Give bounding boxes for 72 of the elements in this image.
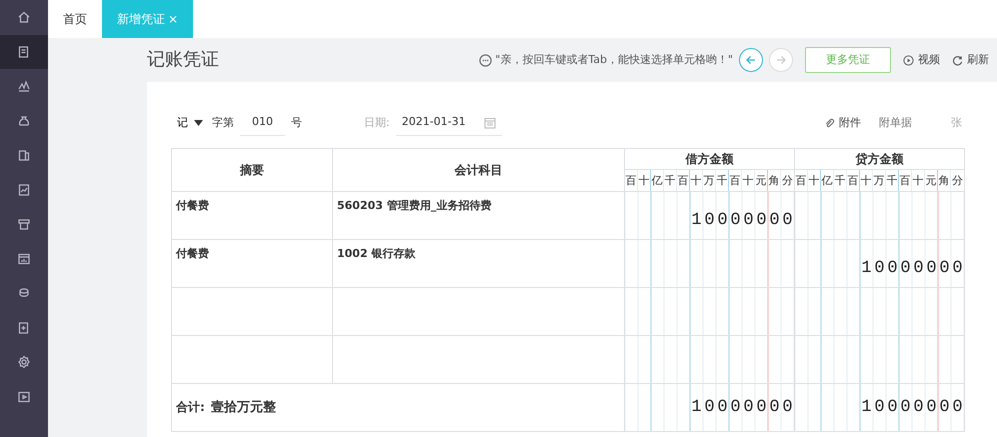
date-field[interactable]: 2021-01-31: [396, 110, 502, 136]
credit-total: 10000000: [861, 398, 966, 417]
unit-label: 十: [860, 170, 873, 191]
unit-label: 万: [703, 170, 716, 191]
debit-amount: 10000000: [691, 210, 796, 230]
unit-label: 张: [951, 114, 962, 131]
summary-text: 付餐费: [176, 199, 209, 212]
debit-total: 10000000: [691, 398, 796, 417]
settings-icon: [17, 355, 31, 370]
money-bag-icon: [17, 114, 31, 128]
account-text: 1002 银行存款: [337, 247, 416, 260]
calendar-icon: [484, 116, 496, 128]
caret-icon: [194, 120, 203, 126]
home-icon: [17, 10, 31, 24]
unit-label: 十: [912, 170, 925, 191]
video-icon: [17, 390, 31, 404]
report-icon: [17, 182, 31, 197]
voucher-type-select[interactable]: 记: [171, 110, 209, 136]
unit-label: 十: [638, 170, 651, 191]
credit-amount: 10000000: [861, 258, 966, 278]
prefix-label: 字第: [212, 114, 234, 131]
column-header: 贷方金额: [794, 148, 964, 170]
unit-label: 千: [886, 170, 899, 191]
unit-label: 十: [690, 170, 703, 191]
column-header: 借方金额: [624, 148, 794, 170]
chart-icon: [17, 79, 31, 94]
paperclip-icon: [824, 118, 835, 128]
unit-label: 千: [834, 170, 847, 191]
documents-icon: [17, 148, 31, 162]
column-header: 摘要: [172, 148, 332, 192]
add-document-icon: [17, 320, 31, 335]
unit-label: 百: [625, 170, 638, 191]
unit-label: 百: [847, 170, 860, 191]
dashboard-icon: [17, 252, 31, 266]
attachment-link[interactable]: 附件: [824, 114, 861, 132]
unit-label: 元: [755, 170, 768, 191]
unit-label: 百: [729, 170, 742, 191]
refresh-link[interactable]: 刷新: [952, 52, 989, 68]
hint-text: "亲，按回车键或者Tab，能快速选择单元格哟！": [495, 52, 733, 68]
unit-label: 千: [664, 170, 677, 191]
printer-icon: [17, 217, 31, 232]
unit-label: 元: [925, 170, 938, 191]
column-header: 会计科目: [332, 148, 624, 192]
unit-label: 百: [899, 170, 912, 191]
unit-label: 分: [951, 173, 964, 189]
total-label: 合计:: [176, 400, 205, 414]
amount-in-words: 壹拾万元整: [210, 400, 276, 415]
play-icon: [903, 54, 914, 66]
unit-label: 分: [781, 173, 794, 189]
unit-label: 千: [716, 170, 729, 191]
account-text: 560203 管理费用_业务招待费: [337, 199, 492, 212]
unit-label: 亿: [821, 170, 834, 191]
chat-icon: [479, 54, 492, 66]
unit-label: 百: [795, 170, 808, 191]
number-field[interactable]: 010: [240, 110, 285, 136]
unit-label: 角: [938, 170, 951, 191]
unit-label: 亿: [651, 170, 664, 191]
video-link[interactable]: 视频: [903, 52, 940, 68]
arrow-right-icon: [775, 54, 787, 66]
unit-label: 十: [742, 170, 755, 191]
unit-label: 百: [677, 170, 690, 191]
refresh-icon: [952, 54, 963, 66]
unit-label: 角: [768, 170, 781, 191]
summary-text: 付餐费: [176, 247, 209, 260]
document-icon: [17, 44, 31, 59]
sidebar-item[interactable]: [0, 34, 48, 69]
suffix-label: 号: [291, 114, 302, 131]
arrow-left-icon: [745, 54, 757, 66]
page-title: 记账凭证: [147, 49, 219, 71]
unit-label: 万: [873, 170, 886, 191]
date-label: 日期:: [364, 114, 390, 131]
unit-label: 十: [808, 170, 821, 191]
